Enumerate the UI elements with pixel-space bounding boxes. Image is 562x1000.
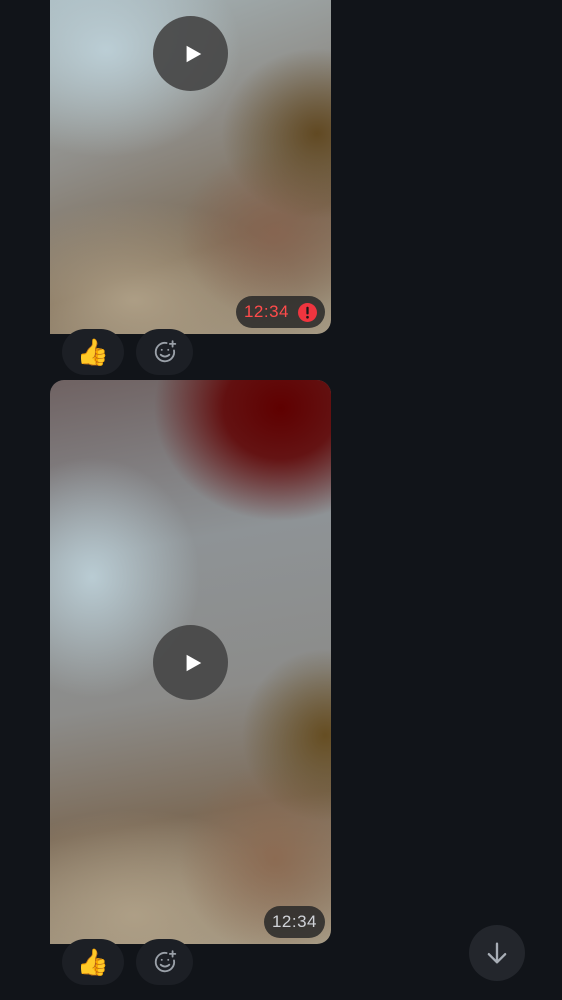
video-message[interactable]: 12:34 xyxy=(50,0,331,334)
add-reaction-button[interactable] xyxy=(136,939,193,985)
add-reaction-button[interactable] xyxy=(136,329,193,375)
reaction-bar: 👍 xyxy=(62,329,193,375)
message-time: 12:34 xyxy=(243,302,289,321)
message-time: 12:34 xyxy=(271,912,317,931)
thumbs-up-emoji: 👍 xyxy=(76,336,110,367)
error-icon[interactable] xyxy=(298,302,317,322)
scroll-to-bottom-button[interactable] xyxy=(469,925,525,981)
play-button[interactable] xyxy=(153,625,228,700)
timestamp-badge: 12:34 xyxy=(263,906,325,938)
play-icon xyxy=(186,654,201,671)
add-reaction-icon xyxy=(154,340,176,363)
reaction-bar: 👍 xyxy=(62,939,193,985)
arrow-down-icon xyxy=(487,942,507,964)
reaction-thumbs-up[interactable]: 👍 xyxy=(62,939,124,985)
chat-screen: 12:34 👍 12:34 👍 xyxy=(0,0,562,1000)
video-message[interactable]: 12:34 xyxy=(50,380,331,944)
timestamp-badge: 12:34 xyxy=(235,296,325,328)
play-button[interactable] xyxy=(153,16,228,91)
add-reaction-icon xyxy=(154,950,176,973)
play-icon xyxy=(186,45,201,62)
thumbs-up-emoji: 👍 xyxy=(76,946,110,977)
reaction-thumbs-up[interactable]: 👍 xyxy=(62,329,124,375)
